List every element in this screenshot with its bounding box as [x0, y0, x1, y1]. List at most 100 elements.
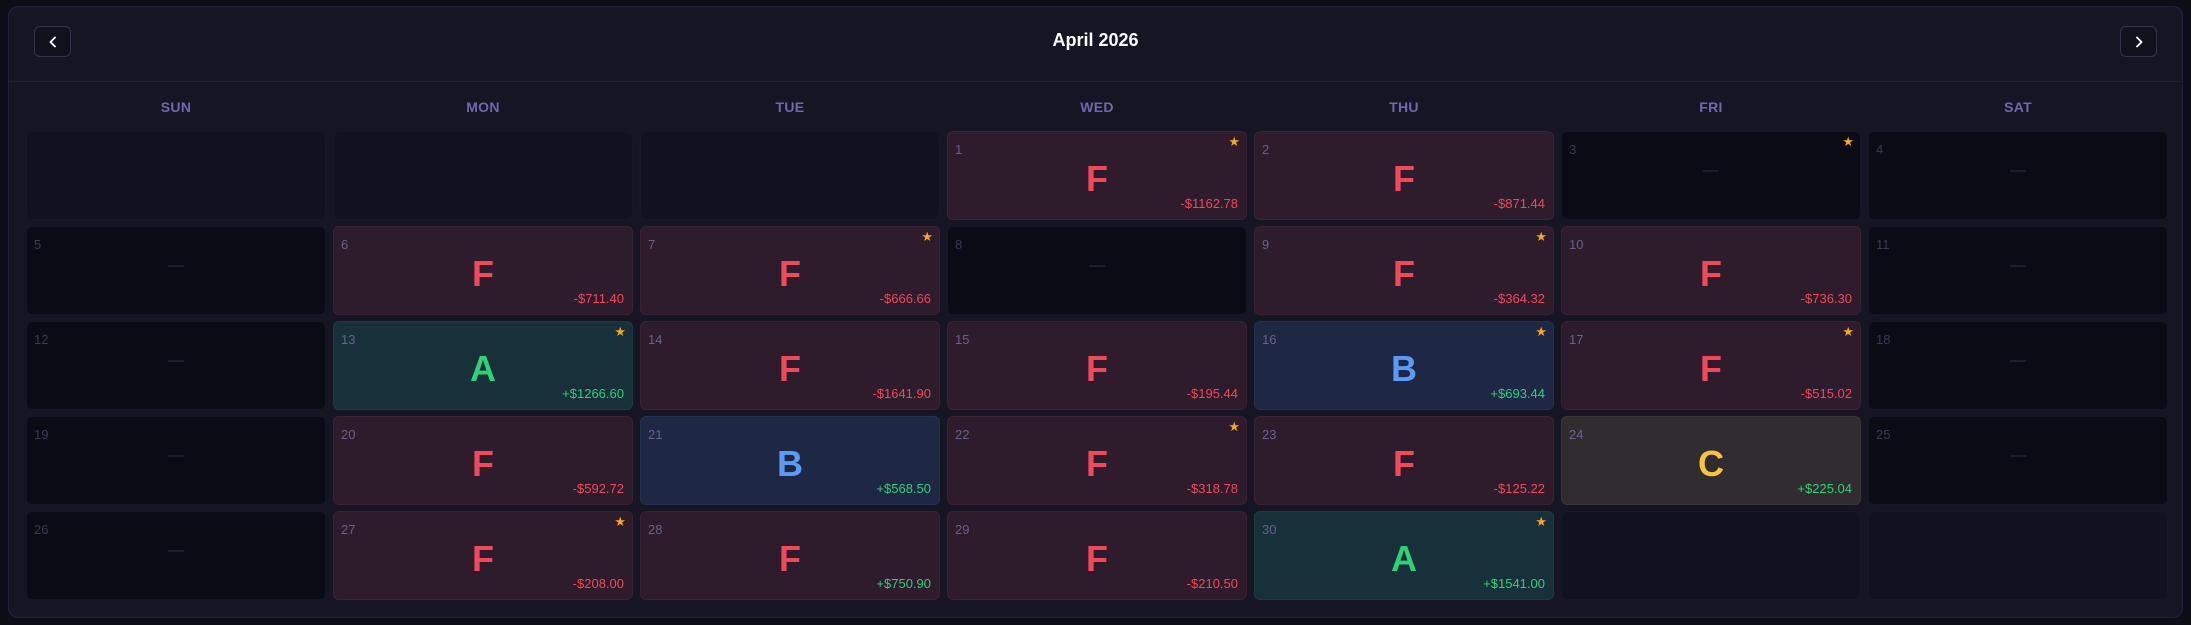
day-number: 28	[648, 522, 663, 537]
day-cell-5[interactable]: 5—	[26, 226, 326, 315]
day-cell-4[interactable]: 4—	[1868, 131, 2168, 220]
day-cell-25[interactable]: 25 —	[1868, 416, 2168, 505]
day-cell-19[interactable]: 19 —	[26, 416, 326, 505]
next-month-button[interactable]	[2120, 26, 2157, 57]
day-cell-15[interactable]: 15 F -$195.44	[947, 321, 1247, 410]
day-cell-1[interactable]: 1 F -$1162.78 ★	[947, 131, 1247, 220]
day-number: 17	[1569, 332, 1584, 347]
day-cell-24[interactable]: 24 C +$225.04	[1561, 416, 1861, 505]
grade-label: F	[1393, 443, 1415, 484]
day-cell-23[interactable]: 23 F -$125.22	[1254, 416, 1554, 505]
pnl-value: -$666.66	[879, 291, 931, 306]
day-cell-8[interactable]: 8—	[947, 226, 1247, 315]
day-number: 12	[34, 332, 49, 347]
grade-label: F	[1086, 158, 1108, 199]
day-number: 6	[341, 237, 349, 252]
day-cell-18[interactable]: 18 —	[1868, 321, 2168, 410]
pnl-value: -$736.30	[1800, 291, 1852, 306]
day-cell-16[interactable]: 16 B +$693.44 ★	[1254, 321, 1554, 410]
no-trades-marker: —	[2010, 162, 2026, 179]
pnl-value: -$592.72	[572, 481, 624, 496]
day-number: 19	[34, 427, 49, 442]
day-cell-17[interactable]: 17 F -$515.02 ★	[1561, 321, 1861, 410]
day-number: 21	[648, 427, 663, 442]
grade-label: F	[472, 253, 494, 294]
weekday-sat: SAT	[2004, 99, 2032, 115]
star-icon: ★	[1535, 514, 1547, 529]
day-number: 3	[1569, 142, 1577, 157]
no-trades-marker: —	[168, 447, 184, 464]
pnl-value: +$750.90	[876, 576, 931, 591]
day-cell-7[interactable]: 7 F -$666.66 ★	[640, 226, 940, 315]
day-number: 15	[955, 332, 970, 347]
day-cell-29[interactable]: 29 F -$210.50	[947, 511, 1247, 600]
day-number: 5	[34, 237, 42, 252]
day-cell-9[interactable]: 9 F -$364.32 ★	[1254, 226, 1554, 315]
weekday-tue: TUE	[775, 99, 805, 115]
chevron-right-icon	[2135, 36, 2142, 47]
pnl-value: -$364.32	[1493, 291, 1545, 306]
day-cell-30[interactable]: 30 A +$1541.00 ★	[1254, 511, 1554, 600]
day-number: 16	[1262, 332, 1277, 347]
day-cell-28[interactable]: 28 F +$750.90	[640, 511, 940, 600]
day-cell-2[interactable]: 2 F -$871.44	[1254, 131, 1554, 220]
pnl-value: -$1162.78	[1180, 196, 1238, 211]
no-trades-marker: —	[2010, 447, 2026, 464]
day-cell-22[interactable]: 22 F -$318.78 ★	[947, 416, 1247, 505]
day-number: 24	[1569, 427, 1584, 442]
pnl-value: -$208.00	[572, 576, 624, 591]
weekday-sun: SUN	[160, 99, 192, 115]
padding-cell	[1868, 511, 2168, 600]
padding-cell	[640, 131, 940, 220]
grade-label: F	[1700, 348, 1722, 389]
day-number: 25	[1876, 427, 1891, 442]
grade-label: A	[470, 348, 496, 389]
grade-label: B	[777, 443, 803, 484]
day-number: 14	[648, 332, 663, 347]
grade-label: F	[472, 538, 494, 579]
day-number: 18	[1876, 332, 1891, 347]
star-icon: ★	[1228, 134, 1240, 149]
day-number: 29	[955, 522, 970, 537]
grade-label: F	[1700, 253, 1722, 294]
pnl-value: -$195.44	[1186, 386, 1238, 401]
day-cell-13[interactable]: 13 A +$1266.60 ★	[333, 321, 633, 410]
day-cell-27[interactable]: 27 F -$208.00 ★	[333, 511, 633, 600]
day-number: 11	[1876, 237, 1890, 252]
no-trades-marker: —	[2010, 257, 2026, 274]
pnl-value: +$693.44	[1490, 386, 1545, 401]
day-cell-14[interactable]: 14 F -$1641.90	[640, 321, 940, 410]
pnl-value: +$225.04	[1797, 481, 1852, 496]
day-cell-6[interactable]: 6 F -$711.40	[333, 226, 633, 315]
pnl-value: -$210.50	[1186, 576, 1238, 591]
pnl-value: +$1541.00	[1483, 576, 1545, 591]
day-cell-10[interactable]: 10 F -$736.30	[1561, 226, 1861, 315]
star-icon: ★	[1842, 324, 1854, 339]
day-cell-21[interactable]: 21 B +$568.50	[640, 416, 940, 505]
day-number: 8	[955, 237, 963, 252]
star-icon: ★	[1535, 324, 1547, 339]
pnl-value: -$318.78	[1186, 481, 1238, 496]
day-cell-20[interactable]: 20 F -$592.72	[333, 416, 633, 505]
star-icon: ★	[1535, 229, 1547, 244]
grade-label: B	[1391, 348, 1417, 389]
day-cell-11[interactable]: 11 —	[1868, 226, 2168, 315]
grade-label: F	[472, 443, 494, 484]
calendar-grid: 1 F -$1162.78 ★ 2 F -$871.44 3— ★ 4—5—6 F -$711.40 7…	[26, 131, 2168, 600]
day-number: 20	[341, 427, 356, 442]
pnl-value: -$711.40	[573, 291, 624, 306]
day-cell-26[interactable]: 26 —	[26, 511, 326, 600]
month-title: April 2026	[1052, 30, 1139, 50]
pnl-value: -$871.44	[1493, 196, 1545, 211]
grade-label: F	[1393, 158, 1415, 199]
pnl-value: -$515.02	[1800, 386, 1852, 401]
star-icon: ★	[614, 324, 626, 339]
calendar-panel: April 2026 SUN MON TUE WED THU FRI SAT 1…	[8, 6, 2183, 618]
day-cell-12[interactable]: 12 —	[26, 321, 326, 410]
day-number: 9	[1262, 237, 1270, 252]
day-cell-3[interactable]: 3 — ★	[1561, 131, 1861, 220]
pnl-value: -$125.22	[1493, 481, 1545, 496]
padding-cell	[333, 131, 633, 220]
star-icon: ★	[1228, 419, 1240, 434]
grade-label: F	[779, 538, 801, 579]
